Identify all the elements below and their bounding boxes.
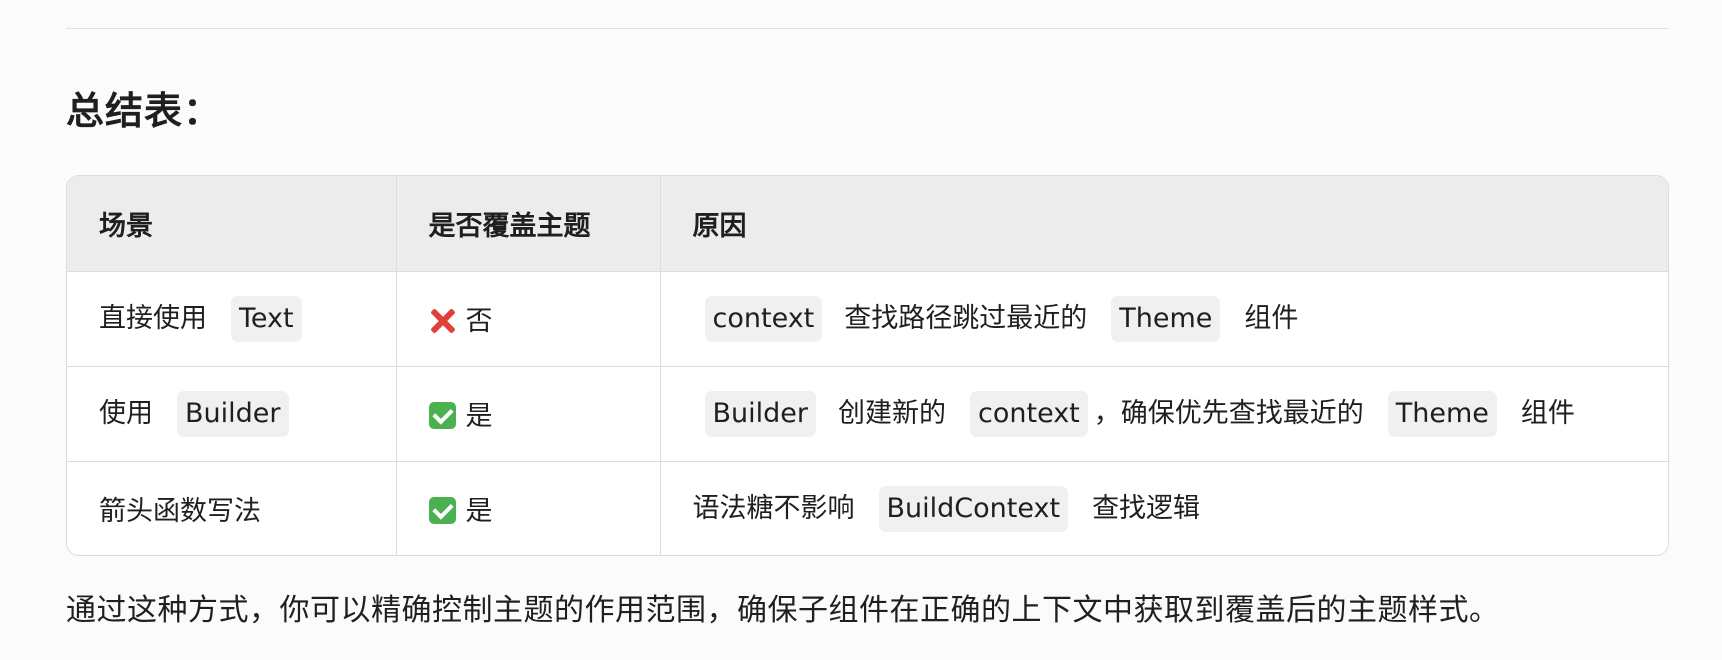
reason-text: 组件 [1244, 302, 1299, 334]
scene-text: 使用 [99, 397, 153, 429]
override-cell: 否 [396, 271, 661, 367]
scene-cell: 直接使用 Text [67, 271, 397, 367]
scene-text: 直接使用 [99, 302, 207, 334]
scene-text: 箭头函数写法 [99, 496, 261, 528]
table-row: 直接使用 Text 否 context 查找路径跳过最近的 Theme 组件 [67, 271, 1668, 367]
inline-code: context [970, 390, 1088, 437]
check-mark-icon [428, 497, 456, 525]
reason-text: 组件 [1520, 397, 1575, 429]
inline-code: Text [231, 295, 302, 342]
table-header-row: 场景 是否覆盖主题 原因 [67, 176, 1668, 272]
reason-text: 查找路径跳过最近的 [844, 302, 1088, 334]
inline-code: Builder [704, 390, 816, 437]
reason-cell: Builder 创建新的 context ，确保优先查找最近的 Theme 组件 [660, 366, 1668, 462]
override-cell: 是 [396, 461, 661, 555]
summary-heading: 总结表： [66, 89, 223, 133]
override-text: 是 [465, 401, 493, 432]
header-reason: 原因 [660, 176, 1668, 272]
reason-text: 查找逻辑 [1092, 492, 1201, 524]
override-text: 否 [465, 306, 493, 337]
override-cell: 是 [396, 366, 661, 462]
reason-cell: context 查找路径跳过最近的 Theme 组件 [660, 271, 1668, 367]
header-scene: 场景 [67, 176, 397, 272]
header-override-theme: 是否覆盖主题 [396, 176, 661, 272]
inline-code: Builder [177, 390, 289, 437]
reason-cell: 语法糖不影响 BuildContext 查找逻辑 [660, 461, 1668, 555]
reason-text: 语法糖不影响 [692, 492, 855, 524]
inline-code: context [704, 295, 823, 342]
summary-table: 场景 是否覆盖主题 原因 直接使用 Text 否 context 查找路径跳过最近的… [66, 175, 1669, 556]
inline-code: Theme [1387, 390, 1497, 437]
table-row: 箭头函数写法 是 语法糖不影响 BuildContext 查找逻辑 [67, 461, 1668, 555]
override-text: 是 [465, 496, 493, 528]
check-mark-icon [428, 402, 456, 429]
reason-text: ，确保优先查找最近的 [1093, 397, 1364, 429]
summary-paragraph: 通过这种方式，你可以精确控制主题的作用范围，确保子组件在正确的上下文中获取到覆盖… [66, 593, 1500, 628]
scene-cell: 使用 Builder [67, 366, 397, 462]
section-divider [66, 28, 1669, 29]
reason-text: 创建新的 [838, 397, 946, 429]
inline-code: BuildContext [878, 485, 1069, 532]
scene-cell: 箭头函数写法 [67, 461, 397, 555]
table-row: 使用 Builder 是 Builder 创建新的 context ，确保优先查找最近的… [67, 366, 1668, 462]
cross-mark-icon [429, 307, 456, 334]
inline-code: Theme [1111, 295, 1221, 342]
